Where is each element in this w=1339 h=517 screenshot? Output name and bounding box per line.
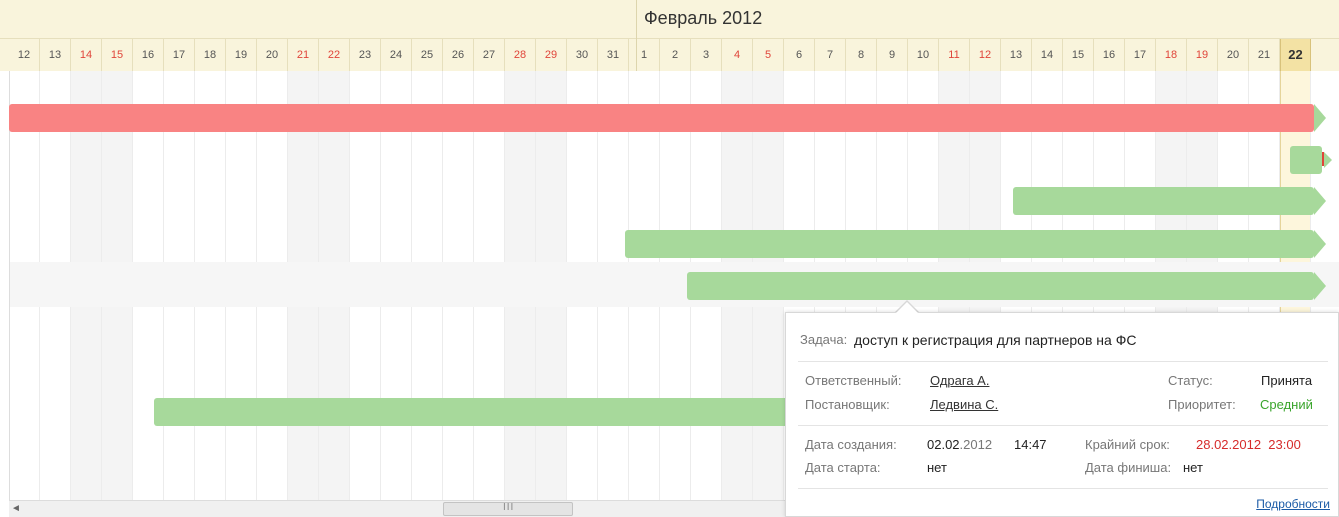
tooltip-separator	[798, 488, 1328, 489]
tooltip-separator	[798, 361, 1328, 362]
status-label: Статус:	[1168, 373, 1213, 388]
bar-continue-arrow	[1324, 152, 1332, 168]
task-bar-selected[interactable]	[687, 272, 1314, 300]
day-cell: 4	[722, 39, 753, 71]
day-cell: 21	[1249, 39, 1280, 71]
day-cell: 20	[257, 39, 288, 71]
day-cell: 28	[505, 39, 536, 71]
day-cell: 29	[536, 39, 567, 71]
day-cell: 17	[164, 39, 195, 71]
day-cell: 12	[970, 39, 1001, 71]
finish-label: Дата финиша:	[1085, 460, 1172, 475]
created-date-year: .2012	[959, 437, 993, 452]
day-cell: 15	[102, 39, 133, 71]
start-value: нет	[927, 460, 947, 475]
tooltip-caret-inner	[896, 302, 918, 313]
day-cell: 5	[753, 39, 784, 71]
day-cell-today: 22	[1280, 39, 1311, 71]
day-cell: 9	[877, 39, 908, 71]
created-date-day: 02.02	[927, 437, 960, 452]
day-cell: 3	[691, 39, 722, 71]
priority-label: Приоритет:	[1168, 397, 1236, 412]
task-name: доступ к регистрация для партнеров на ФС	[854, 332, 1137, 348]
day-cell: 14	[71, 39, 102, 71]
day-cell: 19	[226, 39, 257, 71]
day-cell: 19	[1187, 39, 1218, 71]
day-cell: 8	[846, 39, 877, 71]
bar-continue-arrow	[1314, 187, 1326, 215]
tooltip-separator	[798, 425, 1328, 426]
details-link[interactable]: Подробности	[1256, 497, 1330, 511]
day-cell: 18	[1156, 39, 1187, 71]
created-date: 02.02.2012	[927, 437, 992, 452]
day-cell: 6	[784, 39, 815, 71]
task-bar[interactable]	[1013, 187, 1314, 215]
task-tooltip: Задача: доступ к регистрация для партнер…	[785, 312, 1339, 517]
responsible-link[interactable]: Одрага А.	[930, 373, 989, 388]
day-cell: 14	[1032, 39, 1063, 71]
day-cell: 27	[474, 39, 505, 71]
finish-value: нет	[1183, 460, 1203, 475]
task-bar-overdue[interactable]	[9, 104, 1314, 132]
day-cell: 21	[288, 39, 319, 71]
day-cell: 12	[9, 39, 40, 71]
bar-continue-arrow	[1314, 272, 1326, 300]
task-list-edge	[0, 71, 10, 501]
task-label: Задача:	[800, 332, 848, 347]
task-bar[interactable]	[1290, 146, 1322, 174]
creator-label: Постановщик:	[805, 397, 890, 412]
scroll-thumb[interactable]: III	[443, 502, 573, 516]
day-cell: 15	[1063, 39, 1094, 71]
day-cell: 25	[412, 39, 443, 71]
deadline-value: 28.02.2012 23:00	[1196, 437, 1301, 452]
day-cell: 23	[350, 39, 381, 71]
responsible-label: Ответственный:	[805, 373, 902, 388]
month-title: Февраль 2012	[644, 8, 763, 28]
gantt-chart: Февраль 2012 12 13 14 15 16 17 18 19 20 21 22 23 24 2…	[0, 0, 1339, 517]
start-label: Дата старта:	[805, 460, 881, 475]
status-value: Принята	[1261, 373, 1313, 388]
day-cell: 22	[319, 39, 350, 71]
day-cell: 16	[133, 39, 164, 71]
day-cell: 24	[381, 39, 412, 71]
created-label: Дата создания:	[805, 437, 897, 452]
day-cell: 13	[1001, 39, 1032, 71]
task-bar[interactable]	[625, 230, 1314, 258]
day-cell: 13	[40, 39, 71, 71]
day-cell: 30	[567, 39, 598, 71]
day-cell: 18	[195, 39, 226, 71]
day-cell: 1	[629, 39, 660, 71]
bar-continue-arrow	[1314, 104, 1326, 132]
creator-link[interactable]: Ледвина С.	[930, 397, 998, 412]
day-cell: 26	[443, 39, 474, 71]
day-cell: 17	[1125, 39, 1156, 71]
horizontal-scrollbar[interactable]: ◄ III	[9, 500, 785, 517]
scroll-grip-icon: III	[503, 502, 515, 513]
deadline-label: Крайний срок:	[1085, 437, 1170, 452]
day-cell: 31	[598, 39, 629, 71]
day-cell: 7	[815, 39, 846, 71]
day-cell: 20	[1218, 39, 1249, 71]
day-cell: 10	[908, 39, 939, 71]
day-cell: 16	[1094, 39, 1125, 71]
day-cell: 2	[660, 39, 691, 71]
priority-value: Средний	[1260, 397, 1313, 412]
created-time: 14:47	[1014, 437, 1047, 452]
bar-continue-arrow	[1314, 230, 1326, 258]
task-bar[interactable]	[154, 398, 794, 426]
day-cell: 11	[939, 39, 970, 71]
scroll-left-icon[interactable]: ◄	[11, 503, 21, 514]
